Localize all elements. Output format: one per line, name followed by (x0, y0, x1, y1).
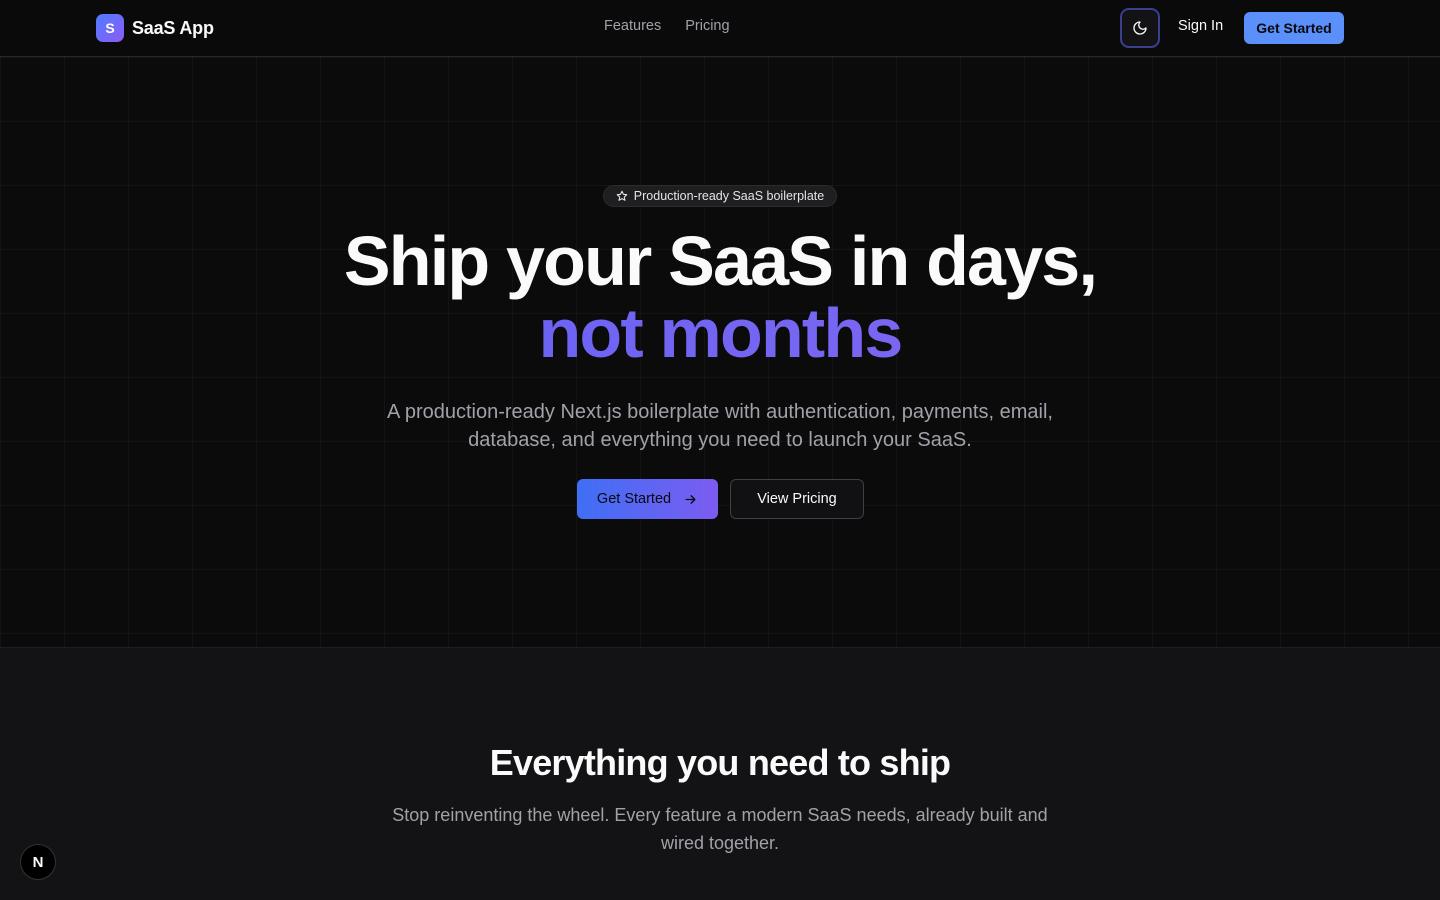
nav-link-features[interactable]: Features (604, 18, 661, 38)
moon-icon (1132, 20, 1148, 36)
top-navbar: S SaaS App Features Pricing Sign In Get … (0, 0, 1440, 57)
hero-badge-text: Production-ready SaaS boilerplate (633, 189, 825, 203)
hero-subtitle: A production-ready Next.js boilerplate w… (387, 401, 1053, 451)
star-icon (616, 190, 628, 202)
nav-get-started-button[interactable]: Get Started (1244, 12, 1344, 44)
hero-title: Ship your SaaS in days, not months (0, 225, 1440, 369)
nextjs-icon: N (32, 853, 44, 871)
nav-link-pricing[interactable]: Pricing (685, 18, 729, 38)
brand-name: SaaS App (132, 17, 214, 38)
hero-get-started-label: Get Started (596, 491, 672, 507)
brand-logo-icon: S (96, 14, 124, 42)
view-pricing-button[interactable]: View Pricing (730, 479, 864, 519)
features-subtitle: Stop reinventing the wheel. Every featur… (392, 805, 1048, 853)
main-nav: Features Pricing (604, 18, 730, 38)
hero-actions: Get Started View Pricing (577, 479, 864, 519)
theme-toggle-button[interactable] (1120, 8, 1160, 48)
features-title: Everything you need to ship (489, 742, 951, 783)
hero-get-started-button[interactable]: Get Started (577, 479, 718, 519)
brand-logo-link[interactable]: S SaaS App (96, 14, 214, 42)
hero-section: Production-ready SaaS boilerplate Ship y… (0, 57, 1440, 648)
features-section: Everything you need to ship Stop reinven… (0, 648, 1440, 900)
hero-title-line1: Ship your SaaS in days, (343, 222, 1098, 300)
arrow-right-icon (683, 492, 698, 507)
hero-title-line2: not months (0, 297, 1440, 369)
nextjs-dev-indicator-button[interactable]: N (20, 844, 56, 880)
hero-badge: Production-ready SaaS boilerplate (603, 185, 837, 207)
sign-in-link[interactable]: Sign In (1178, 18, 1223, 38)
